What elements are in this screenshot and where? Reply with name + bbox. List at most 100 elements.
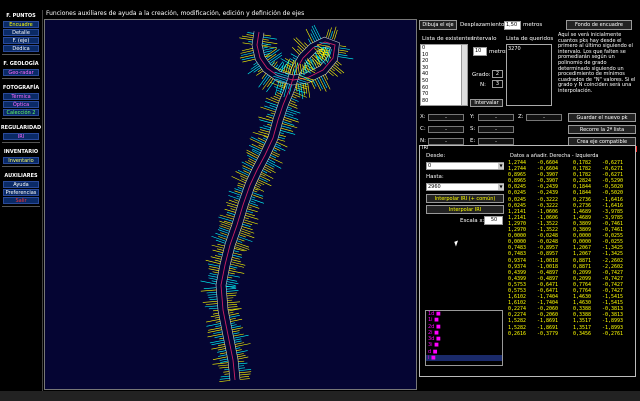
wanted-list[interactable]: 3270 [506, 44, 552, 106]
iri-tick-left [219, 352, 227, 355]
save-pk-button[interactable]: Guardar el nuevo pk [568, 113, 636, 122]
iri-tick-right [242, 223, 251, 227]
n-coord-field[interactable]: - [428, 138, 464, 145]
iri-tick-left [277, 89, 283, 93]
iri-tick-left [237, 184, 244, 188]
y-field[interactable]: - [478, 114, 514, 121]
grado-field[interactable]: 2 [492, 70, 503, 78]
sidebar-item[interactable]: Calección 2 [3, 109, 39, 116]
iri-tick-left [339, 45, 347, 47]
iri-tick-left [288, 84, 290, 89]
iri-tick-right [270, 154, 277, 159]
iri-tick-right [228, 272, 235, 275]
iri-tick-left [212, 362, 229, 365]
iri-tick-left [219, 377, 230, 380]
iri-tick-left [241, 47, 253, 52]
iri-tick-left [217, 348, 226, 351]
interpolate-button[interactable]: Intervalar [470, 99, 503, 107]
iri-tick-left [220, 232, 229, 236]
iri-data-table[interactable]: 1,2744 -0,6604 0,1782 -0,6271 1,2744 -0,6604 0… [508, 160, 634, 370]
iri-tick-left [264, 105, 277, 111]
iri-tick-right [227, 306, 238, 308]
iri-tick-right [247, 206, 252, 209]
interpolate-combined-button[interactable]: Interpolar IRI (+ común) [426, 194, 504, 203]
iri-tick-right [245, 212, 256, 217]
sidebar-item[interactable]: Ayuda [3, 181, 39, 188]
displacement-label: Desplazamiento: [460, 22, 507, 28]
iri-tick-right [280, 130, 296, 135]
iri-tick-left [258, 131, 269, 135]
layer-item[interactable]: i ■ [426, 355, 502, 362]
sidebar-item[interactable]: Geo-radar [3, 69, 39, 76]
interval-field[interactable]: 10 [473, 47, 487, 56]
background-frame-button[interactable]: Fondo de encuadre [566, 20, 632, 30]
iri-tick-right [265, 164, 274, 170]
iri-tick-right [258, 177, 268, 183]
iri-tick-left [259, 126, 271, 131]
existing-list-header: Lista de existentes [422, 36, 474, 42]
sidebar-item[interactable]: Inventario [3, 157, 39, 164]
iri-tick-right [236, 240, 243, 243]
sidebar-item[interactable]: Preferencias [3, 189, 39, 196]
sidebar-item[interactable]: Encuadre [3, 21, 39, 28]
x-field[interactable]: - [428, 114, 464, 121]
iri-tick-right [263, 168, 272, 173]
iri-tick-left [338, 56, 354, 60]
n-field[interactable]: 3 [492, 80, 503, 88]
sidebar-item[interactable]: Óptica [3, 101, 39, 108]
road-edge-left [215, 31, 340, 381]
layer-list[interactable]: 1d ■ 1i ■ 2d ■ 2i ■ 3d ■ 3i ■ d ■ i ■ [425, 310, 503, 366]
sidebar-item[interactable]: Salir [3, 197, 39, 204]
sidebar-separator [2, 166, 40, 167]
sidebar-item[interactable]: F. (eje) [3, 37, 39, 44]
c-field[interactable]: - [428, 126, 464, 133]
sidebar-item[interactable]: IRI [3, 133, 39, 140]
iri-tick-left [269, 105, 277, 108]
iri-tick-right [233, 333, 244, 337]
hasta-select[interactable]: 2960 [426, 183, 504, 191]
iri-tick-right [237, 238, 245, 242]
interpolate-iri-button[interactable]: Interpolar IRI [426, 205, 504, 214]
sidebar-item[interactable]: Dédica [3, 45, 39, 52]
road-axis-canvas[interactable] [44, 19, 417, 390]
n-label: N: [480, 82, 486, 88]
iri-tick-right [232, 332, 240, 335]
s-label: S: [470, 126, 476, 132]
iri-tick-left [308, 38, 312, 44]
iri-tick-right [227, 301, 241, 304]
iri-tick-right [272, 149, 277, 152]
sidebar-item[interactable]: Térmica [3, 93, 39, 100]
iri-tick-left [253, 62, 258, 66]
wanted-list-header: Lista de queridos [506, 36, 554, 42]
chevron-down-icon[interactable]: ▼ [498, 163, 504, 169]
draw-axis-button[interactable]: Dibuja el eje [419, 20, 457, 30]
iri-tick-right [251, 194, 263, 199]
table-row[interactable]: 0,2616 -0,3779 0,3456 -0,2761 [508, 331, 634, 337]
existing-list-scrollbar[interactable] [461, 44, 468, 106]
iri-tick-right [256, 183, 262, 186]
desde-select[interactable]: 0 [426, 162, 504, 170]
road-axis-drawing[interactable] [45, 20, 416, 389]
iri-tick-right [238, 367, 245, 369]
recount-list-button[interactable]: Recorre la 2ª lista [568, 125, 636, 134]
iri-tick-right [226, 292, 238, 294]
iri-tick-right [226, 283, 236, 286]
iri-tick-left [329, 69, 338, 77]
e-field[interactable]: - [478, 138, 514, 145]
iri-tick-left [310, 29, 318, 41]
iri-tick-left [312, 80, 317, 87]
iri-tick-right [234, 340, 242, 343]
iri-tick-right [235, 244, 250, 250]
wanted-list-item[interactable]: 3270 [507, 45, 551, 53]
iri-tick-right [266, 162, 275, 168]
s-field[interactable]: - [478, 126, 514, 133]
iri-tick-left [251, 150, 260, 155]
iri-tick-right [230, 322, 236, 324]
sidebar-item[interactable]: Detalle [3, 29, 39, 36]
escala-field[interactable]: 50 [484, 216, 503, 225]
displacement-field[interactable]: 1,50 [504, 21, 521, 30]
iri-tick-left [252, 132, 269, 137]
iri-tick-left [233, 199, 240, 202]
z-field[interactable]: - [526, 114, 562, 121]
chevron-down-icon[interactable]: ▼ [498, 184, 504, 190]
